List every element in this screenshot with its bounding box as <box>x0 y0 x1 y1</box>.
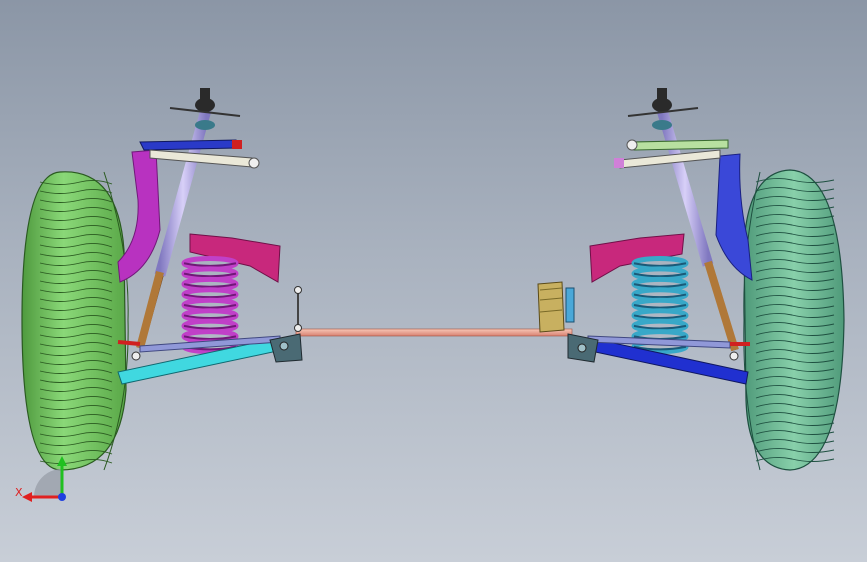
x-axis-label: X <box>15 486 23 499</box>
tie-rod[interactable] <box>295 328 573 337</box>
right-coil-spring[interactable] <box>631 255 689 355</box>
left-coil-spring[interactable] <box>181 255 239 355</box>
left-upper-arm[interactable] <box>139 139 260 169</box>
right-steering-knuckle[interactable] <box>715 153 753 281</box>
right-lower-arm[interactable] <box>585 335 750 385</box>
left-subframe-bracket[interactable] <box>269 286 303 363</box>
coordinate-triad <box>22 456 67 502</box>
right-tire[interactable] <box>743 169 845 471</box>
suspension-model[interactable] <box>0 0 867 562</box>
left-tire[interactable] <box>21 171 129 471</box>
left-steering-knuckle[interactable] <box>117 149 161 283</box>
cad-viewport[interactable]: X <box>0 0 867 562</box>
steering-gear-box[interactable] <box>537 281 575 333</box>
